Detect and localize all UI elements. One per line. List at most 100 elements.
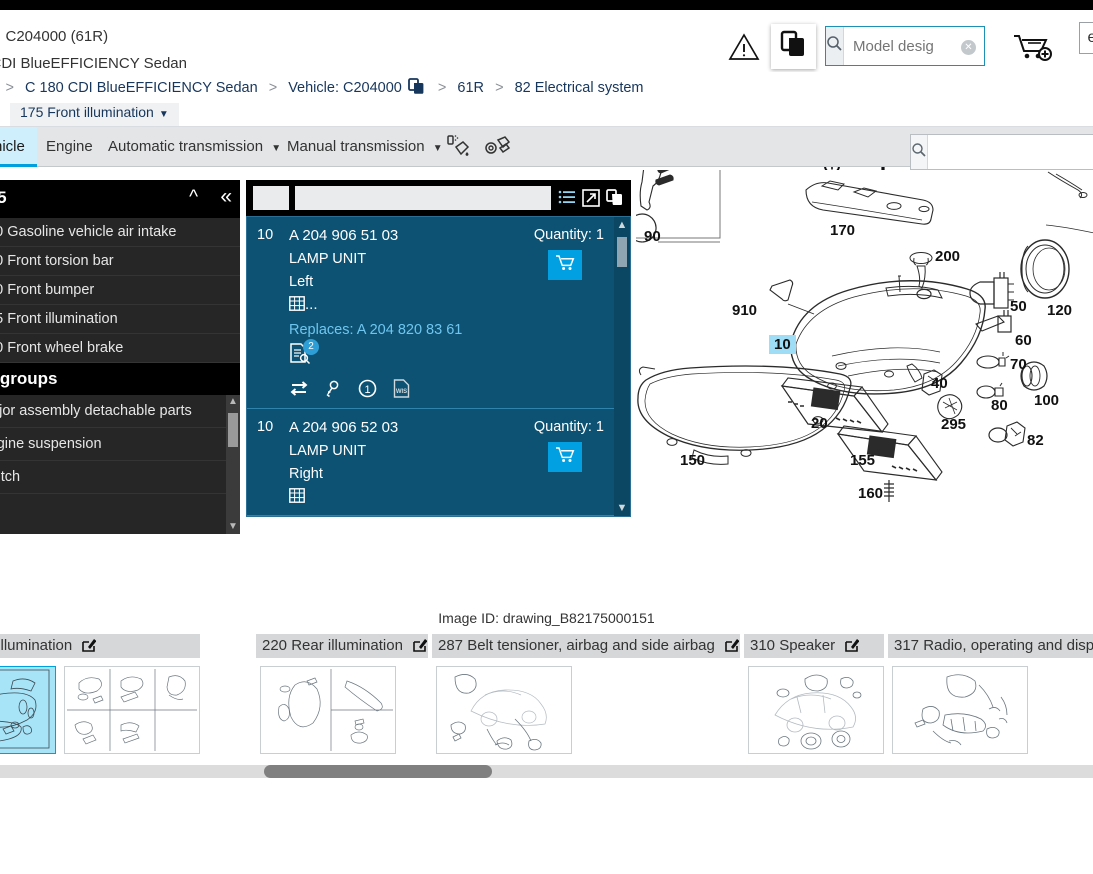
drawing-callout[interactable]: 80 [991,397,1008,414]
parts-list-item[interactable]: 10 A 204 906 51 03 LAMP UNIT Left ... Re… [247,217,630,409]
tab-automatic-transmission[interactable]: Automatic transmission ▼ [96,127,293,167]
breadcrumb-segment-1[interactable]: C 180 CDI BlueEFFICIENCY Sedan [25,80,258,96]
list-view-icon[interactable] [558,189,576,207]
thumbnail-label: 310 Speaker [750,637,836,654]
drawing-callout-selected[interactable]: 10 [769,335,796,354]
double-chevron-left-icon[interactable]: « [220,185,232,209]
sidebar-item-label: 030 Front bumper [0,282,95,298]
drawing-callout[interactable]: 90 [644,228,661,245]
thumbnail-image-speaker[interactable] [748,666,884,754]
parts-filter-input[interactable] [295,186,551,210]
drawing-callout[interactable]: 100 [1034,392,1059,409]
wis-document-icon[interactable]: WIS [393,379,410,398]
thumbnail-image-front-illumination[interactable] [0,666,56,754]
edit-icon[interactable] [845,637,860,654]
sidebar-header: p 5 ^ « [0,180,240,218]
parts-filter-toggle[interactable] [253,186,289,210]
drawing-callout[interactable]: 50 [1010,298,1027,315]
drawing-callout[interactable]: 170 [830,222,855,239]
app-header: cle: C204000 (61R) 0 CDI BlueEFFICIENCY … [0,10,1093,72]
sidebar-subheader-label: in groups [0,369,58,388]
drawing-callout[interactable]: 40 [931,375,948,392]
edit-icon[interactable] [82,637,97,654]
scrollbar-thumb[interactable] [617,237,627,267]
model-search-button[interactable] [826,27,844,65]
clear-icon[interactable]: ✕ [961,40,976,55]
copy-documents-button[interactable] [771,24,816,69]
table-grid-icon[interactable]: ... [289,296,630,313]
drawing-callout[interactable]: 160 [858,485,883,502]
thumbnail-label: 220 Rear illumination [262,637,403,654]
parts-search[interactable] [910,134,1093,170]
paint-spray-icon[interactable] [443,132,473,162]
parts-search-button[interactable] [911,135,928,169]
info-circle-icon[interactable]: 1 [358,379,377,398]
tab-engine[interactable]: Engine [34,127,105,167]
add-to-cart-icon[interactable] [1012,32,1054,64]
breadcrumb: C > C 180 CDI BlueEFFICIENCY Sedan > Veh… [0,78,644,99]
document-search-icon[interactable]: 2 [289,339,319,369]
sidebar-item-030-bumper[interactable]: 030 Front bumper [0,276,240,305]
breadcrumb-segment-2[interactable]: Vehicle: C204000 [288,80,402,96]
sidebar-group-item-clutch[interactable]: Clutch [0,461,240,494]
parts-list-item[interactable]: 10 A 204 906 52 03 LAMP UNIT Right Quant… [247,409,630,516]
table-grid-icon[interactable] [289,488,630,505]
model-designation-search[interactable]: ✕ [825,26,1052,66]
drawing-callout[interactable]: 120 [1047,302,1072,319]
chevron-up-icon[interactable]: ^ [189,187,198,209]
exchange-arrows-icon[interactable] [289,380,309,397]
exploded-view-drawing[interactable]: 90 170 200 910 10 50 120 60 70 40 80 100… [636,170,1093,600]
drawing-callout[interactable]: 20 [811,415,828,432]
drawing-callout[interactable]: 82 [1027,432,1044,449]
warning-triangle-icon[interactable] [728,32,760,62]
thumbnail-image-radio[interactable] [892,666,1028,754]
scrollbar-thumb[interactable] [264,765,492,778]
breadcrumb-group-chip[interactable]: 175 Front illumination ▼ [10,103,179,126]
thumbnail-image-secondary[interactable] [64,666,200,754]
drawing-callout[interactable]: 155 [850,452,875,469]
breadcrumb-segment-4[interactable]: 82 Electrical system [515,80,644,96]
sidebar-item-060[interactable]: 060 Front torsion bar [0,247,240,276]
drawing-callout[interactable]: 295 [941,416,966,433]
edit-icon[interactable] [725,637,740,654]
sidebar-scrollbar[interactable]: ▲ ▼ [226,395,240,534]
fastener-bolt-icon[interactable] [483,132,513,162]
thumbnail-group: Front illumination [0,634,200,754]
scroll-up-icon[interactable]: ▲ [226,395,240,409]
scroll-down-icon[interactable]: ▼ [226,520,240,534]
copy-icon[interactable] [606,189,624,207]
sidebar-item-175[interactable]: 175 Front illumination [0,305,240,334]
sidebar-item-030-brake[interactable]: 030 Front wheel brake [0,334,240,363]
edit-icon[interactable] [413,637,428,654]
expand-icon[interactable] [582,189,600,207]
scrollbar-thumb[interactable] [228,413,238,447]
part-cart-button[interactable] [548,250,582,280]
drawing-callout[interactable]: 70 [1010,356,1027,373]
sidebar-item-label: 140 Gasoline vehicle air intake [0,224,177,240]
thumbnail-horizontal-scrollbar[interactable] [0,765,1093,778]
key-search-icon[interactable] [325,380,342,398]
locale-button[interactable]: e [1079,22,1093,54]
sidebar-group-item-major-assembly[interactable]: Major assembly detachable parts [0,395,240,428]
parts-list[interactable]: 10 A 204 906 51 03 LAMP UNIT Left ... Re… [246,216,631,517]
scroll-down-icon[interactable]: ▼ [614,500,630,516]
breadcrumb-bar: C > C 180 CDI BlueEFFICIENCY Sedan > Veh… [0,72,1093,182]
sidebar-group-item-engine-suspension[interactable]: Engine suspension [0,428,240,461]
part-cart-button[interactable] [548,442,582,472]
chevron-down-icon: ▼ [432,143,443,154]
tab-manual-transmission[interactable]: Manual transmission ▼ [275,127,455,167]
drawing-callout[interactable]: 200 [935,248,960,265]
breadcrumb-segment-3[interactable]: 61R [457,80,484,96]
drawing-callout[interactable]: 150 [680,452,705,469]
parts-list-scrollbar[interactable]: ▲ ▼ [614,217,630,516]
sidebar-item-140[interactable]: 140 Gasoline vehicle air intake [0,218,240,247]
copy-vehicle-icon[interactable] [407,78,425,99]
scroll-up-icon[interactable]: ▲ [614,217,630,233]
drawing-callout[interactable]: 60 [1015,332,1032,349]
part-replaces-link[interactable]: Replaces: A 204 820 83 61 [289,322,630,338]
parts-search-input[interactable] [928,135,1093,169]
drawing-callout[interactable]: 910 [732,302,757,319]
thumbnail-image-belt-tensioner[interactable] [436,666,572,754]
thumbnail-image-rear-illumination[interactable] [260,666,396,754]
tab-vehicle[interactable]: hicle [0,127,37,167]
